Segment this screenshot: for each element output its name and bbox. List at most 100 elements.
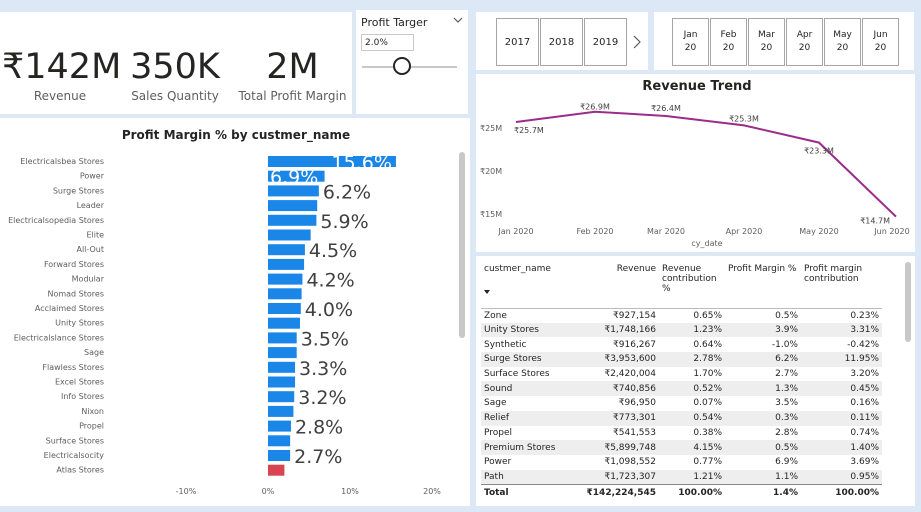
sort-desc-icon[interactable] [484, 290, 490, 294]
table-row[interactable]: Sound ₹740,856 0.52% 1.3% 0.45% [481, 381, 882, 397]
month-button-jan[interactable]: Jan 20 [672, 18, 709, 66]
table-cell: ₹740,856 [576, 381, 659, 397]
year-button-2019[interactable]: 2019 [584, 18, 627, 66]
table-cell: 0.3% [725, 410, 801, 426]
table-row[interactable]: Relief ₹773,301 0.54% 0.3% 0.11% [481, 410, 882, 426]
table-cell: 0.77% [693, 457, 722, 468]
table-row[interactable]: Power ₹1,098,552 0.77% 6.9% 3.69% [481, 455, 882, 470]
category-label: Leader [77, 201, 105, 210]
table-cell: 3.31% [801, 322, 882, 338]
kpi-margin-value: 2M [266, 47, 319, 87]
x-tick-label: Jun 2020 [873, 227, 909, 236]
kpi-revenue-value: ₹142M [2, 47, 122, 87]
table-cell: Sound [481, 381, 576, 397]
table-cell: 0.5% [775, 310, 798, 321]
col-header-customer[interactable]: custmer_name [481, 262, 576, 309]
profit-target-input[interactable] [361, 34, 414, 51]
table-cell: Surface Stores [484, 369, 550, 380]
table-cell: 1.3% [725, 381, 801, 397]
bar [268, 361, 296, 373]
table-row[interactable]: Surge Stores ₹3,953,600 2.78% 6.2% 11.95% [481, 352, 882, 367]
bar-chart-scrollbar[interactable] [459, 152, 465, 338]
table-cell: ₹927,154 [613, 310, 656, 321]
category-label: Flawless Stores [42, 363, 104, 372]
bar [268, 376, 296, 388]
table-cell: ₹541,553 [613, 427, 656, 438]
data-label: 3.2% [298, 387, 346, 409]
bar [268, 420, 291, 432]
x-axis-title: cy_date [691, 239, 722, 248]
kpi-margin-label: Total Profit Margin [238, 89, 347, 103]
chevron-down-icon[interactable] [453, 16, 463, 24]
table-cell: Power [484, 457, 512, 468]
table-row[interactable]: Path ₹1,723,307 1.21% 1.1% 0.95% [481, 469, 882, 485]
x-tick-label: -10% [176, 487, 197, 496]
table-cell: Path [481, 469, 576, 485]
table-cell: 2.78% [659, 352, 725, 367]
data-label: 4.0% [305, 299, 353, 321]
table-cell: 2.7% [775, 369, 798, 380]
month-year: 20 [798, 43, 811, 53]
month-label: May [833, 30, 852, 40]
kpi-revenue-label: Revenue [33, 89, 87, 103]
month-button-apr[interactable]: Apr 20 [786, 18, 823, 66]
table-cell: 1.70% [693, 369, 722, 380]
month-button-may[interactable]: May 20 [824, 18, 861, 66]
bar [268, 244, 305, 256]
category-label: Propel [79, 422, 104, 431]
table-cell: 0.52% [659, 381, 725, 397]
table-row[interactable]: Sage ₹96,950 0.07% 3.5% 0.16% [481, 396, 882, 411]
table-row[interactable]: Propel ₹541,553 0.38% 2.8% 0.74% [481, 426, 882, 441]
month-button-feb[interactable]: Feb 20 [710, 18, 747, 66]
table-scrollbar[interactable] [905, 262, 911, 342]
table-cell: 11.95% [801, 352, 882, 367]
table-cell: Propel [484, 427, 513, 438]
category-label: Surge Stores [53, 186, 104, 195]
table-cell: ₹5,899,748 [576, 440, 659, 455]
col-header-profit-margin[interactable]: Profit Margin % [725, 262, 801, 309]
table-cell: 0.45% [801, 381, 882, 397]
bar [268, 273, 303, 285]
col-header-revenue[interactable]: Revenue [576, 262, 659, 309]
data-label: ₹23.3M [804, 147, 834, 156]
category-label: Sage [84, 348, 104, 357]
year-button-2017[interactable]: 2017 [496, 18, 539, 66]
data-label: 2.7% [294, 446, 342, 468]
table-row[interactable]: Premium Stores ₹5,899,748 4.15% 0.5% 1.40% [481, 440, 882, 455]
category-label: Electricalsocity [44, 451, 105, 460]
table-header-row: custmer_name Revenue Revenue contributio… [481, 262, 882, 309]
kpi-quantity-label: Sales Quantity [131, 89, 219, 103]
category-label: Forward Stores [44, 260, 104, 269]
table-row[interactable]: Surface Stores ₹2,420,004 1.70% 2.7% 3.20% [481, 367, 882, 382]
month-label: Jun [873, 30, 888, 40]
bar [268, 229, 311, 241]
table-cell: 1.23% [659, 322, 725, 338]
chevron-right-icon[interactable] [632, 35, 642, 49]
table-cell: ₹96,950 [618, 398, 656, 409]
col-header-profit-contribution[interactable]: Profit margin contribution [801, 262, 882, 309]
table-row[interactable]: Zone ₹927,154 0.65% 0.5% 0.23% [481, 308, 882, 323]
bar [268, 317, 300, 329]
month-button-jun[interactable]: Jun 20 [862, 18, 899, 66]
category-label: Electricalsopedia Stores [8, 216, 104, 225]
x-tick-label: Apr 2020 [726, 227, 763, 236]
slider-handle[interactable] [393, 57, 411, 75]
bar [268, 214, 317, 226]
table-cell: ₹1,098,552 [604, 457, 656, 468]
revenue-trend-panel: Revenue Trend ₹15M ₹20M ₹25M ₹25.7M ₹26.9M ₹… [476, 74, 915, 252]
data-label: 3.3% [299, 358, 347, 380]
col-header-revenue-contribution[interactable]: Revenue contribution % [659, 262, 725, 309]
table-row[interactable]: Synthetic ₹916,267 0.64% -1.0% -0.42% [481, 337, 882, 352]
year-button-2018[interactable]: 2018 [540, 18, 583, 66]
bar [268, 347, 297, 359]
table-cell: 2.8% [775, 427, 798, 438]
month-button-mar[interactable]: Mar 20 [748, 18, 785, 66]
table-cell: 1.21% [659, 469, 725, 485]
total-label: Total [481, 483, 576, 501]
table-cell: 1.40% [801, 440, 882, 455]
table-row[interactable]: Unity Stores ₹1,748,166 1.23% 3.9% 3.31% [481, 322, 882, 338]
table-cell: 1.1% [725, 469, 801, 485]
table-cell: Premium Stores [481, 440, 576, 455]
table-cell: 3.5% [775, 398, 798, 409]
category-label: Unity Stores [55, 319, 104, 328]
